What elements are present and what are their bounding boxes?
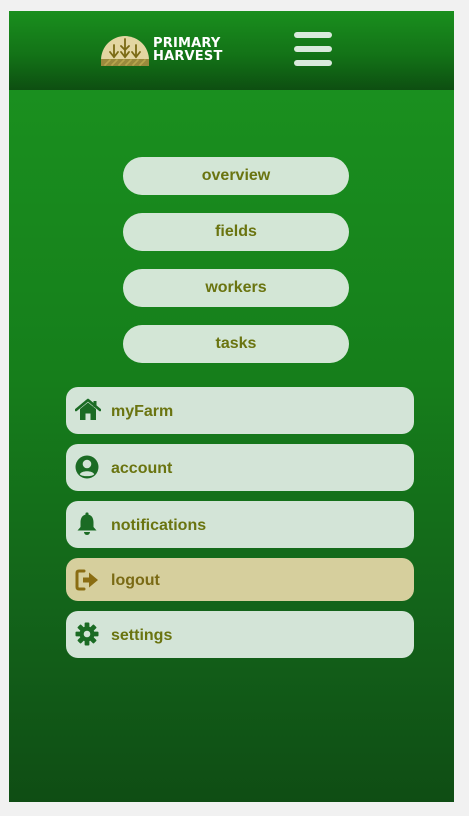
notifications-button[interactable]: notifications (66, 501, 414, 548)
app-frame: PRIMARY HARVEST overview fields workers … (9, 11, 454, 802)
nav-workers-label: workers (205, 279, 267, 296)
gear-icon (75, 622, 99, 646)
bell-icon (77, 512, 97, 535)
logout-label: logout (111, 572, 160, 589)
account-label: account (111, 460, 173, 477)
notifications-label: notifications (111, 517, 207, 534)
nav-workers-button[interactable]: workers (123, 269, 349, 307)
hamburger-menu-icon[interactable] (292, 31, 334, 69)
wheat-sun-logo-icon (101, 36, 149, 66)
nav-tasks-label: tasks (215, 335, 257, 352)
brand-logo[interactable]: PRIMARY HARVEST (100, 33, 223, 67)
app-header: PRIMARY HARVEST (9, 11, 454, 90)
nav-tasks-button[interactable]: tasks (123, 325, 349, 363)
user-circle-icon (75, 455, 99, 479)
brand-wordmark: PRIMARY HARVEST (153, 37, 223, 63)
nav-overview-button[interactable]: overview (123, 157, 349, 195)
settings-label: settings (111, 627, 173, 644)
myfarm-label: myFarm (111, 403, 174, 420)
nav-fields-label: fields (215, 223, 257, 240)
settings-button[interactable]: settings (66, 611, 414, 658)
myfarm-button[interactable]: myFarm (66, 387, 414, 434)
logout-button[interactable]: logout (66, 558, 414, 601)
logout-arrow-icon (75, 569, 98, 591)
nav-overview-label: overview (201, 167, 271, 184)
home-icon (75, 398, 101, 420)
nav-fields-button[interactable]: fields (123, 213, 349, 251)
brand-line-2: HARVEST (153, 49, 223, 64)
account-button[interactable]: account (66, 444, 414, 491)
